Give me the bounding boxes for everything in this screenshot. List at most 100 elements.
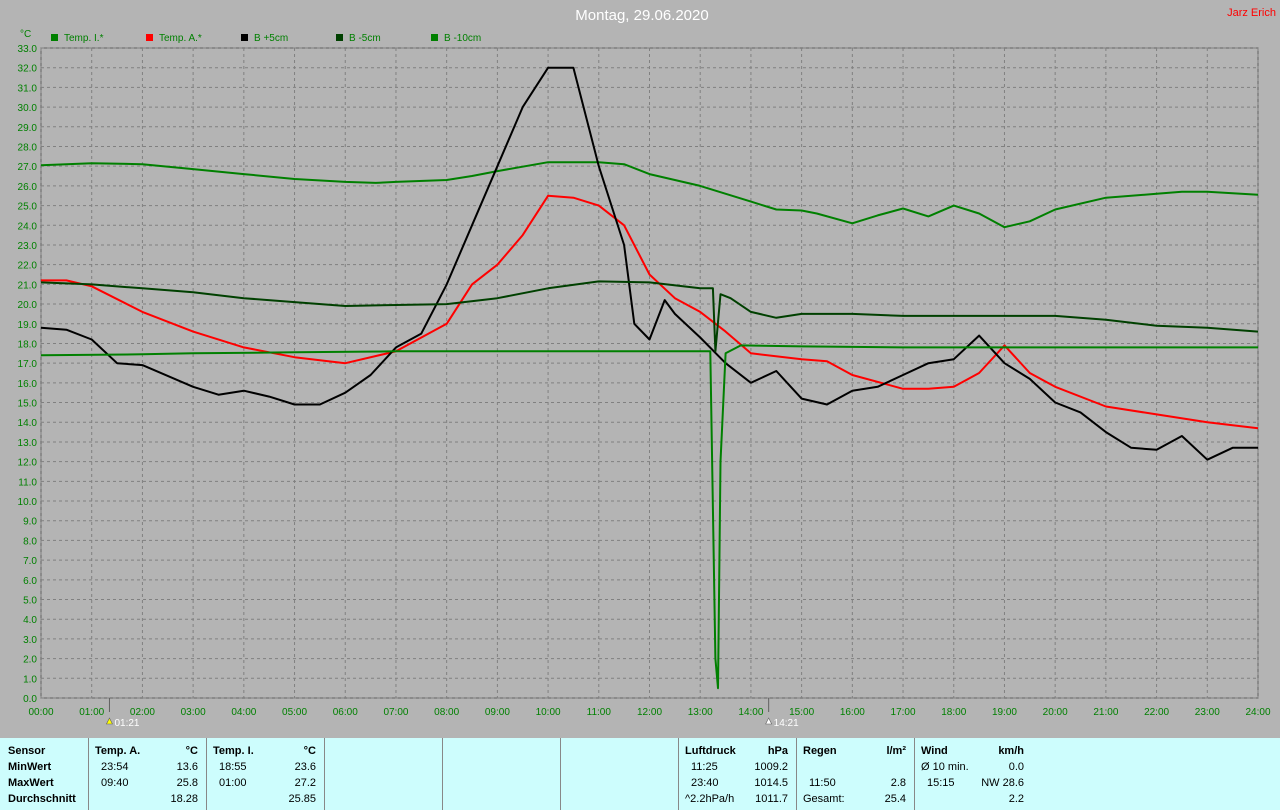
- pressure-unit: hPa: [767, 745, 788, 757]
- legend-swatch: [241, 34, 248, 41]
- row-labels: Sensor MinWert MaxWert Durchschnitt: [0, 738, 88, 810]
- x-tick-label: 07:00: [383, 707, 408, 718]
- x-tick-label: 13:00: [688, 707, 713, 718]
- rain-total-label: Gesamt:: [803, 793, 845, 805]
- wind-gust-time: 15:15: [927, 777, 955, 789]
- rain-unit: l/m²: [886, 745, 906, 757]
- y-tick-label: 12.0: [18, 458, 38, 469]
- x-tick-label: 00:00: [28, 707, 53, 718]
- y-tick-label: 28.0: [18, 142, 38, 153]
- x-tick-label: 24:00: [1245, 707, 1270, 718]
- x-tick-label: 06:00: [333, 707, 358, 718]
- y-tick-label: 19.0: [18, 320, 38, 331]
- y-tick-label: 16.0: [18, 379, 38, 390]
- wind-avg-label: Ø 10 min.: [921, 761, 969, 773]
- wind-column: Wind km/h Ø 10 min. 0.0 15:15 NW 28.6 2.…: [914, 738, 1032, 810]
- legend: Temp. I.* Temp. A.* B +5cm B -5cm B -10cm: [51, 33, 481, 44]
- pressure-trend-val: 1011.7: [755, 793, 788, 805]
- x-tick-label: 21:00: [1093, 707, 1118, 718]
- x-tick-label: 18:00: [941, 707, 966, 718]
- y-tick-label: 3.0: [23, 635, 37, 646]
- temp-i-max-time: 01:00: [219, 777, 247, 789]
- y-tick-label: 26.0: [18, 182, 38, 193]
- x-tick-label: 03:00: [181, 707, 206, 718]
- row-label-avg: Durchschnitt: [8, 793, 76, 805]
- y-tick-label: 30.0: [18, 103, 38, 114]
- y-tick-label: 21.0: [18, 280, 38, 291]
- temp-a-header: Temp. A.: [95, 745, 141, 757]
- row-label-min: MinWert: [8, 761, 52, 773]
- marker-label: 01:21: [114, 718, 139, 729]
- pressure-trend-label: ^2.2hPa/h: [685, 793, 735, 805]
- rain-header: Regen: [803, 745, 837, 757]
- x-tick-label: 01:00: [79, 707, 104, 718]
- y-tick-label: 18.0: [18, 339, 38, 350]
- y-tick-label: 0.0: [23, 694, 37, 705]
- y-tick-label: 9.0: [23, 517, 37, 528]
- pressure-max-val: 1014.5: [754, 777, 788, 789]
- y-tick-label: 8.0: [23, 536, 37, 547]
- temp-a-max-val: 25.8: [176, 777, 198, 789]
- sunrise-icon: [105, 717, 113, 725]
- x-tick-label: 22:00: [1144, 707, 1169, 718]
- y-tick-label: 32.0: [18, 64, 38, 75]
- x-tick-label: 04:00: [231, 707, 256, 718]
- rain-column: Regen l/m² 11:50 2.8 Gesamt: 25.4: [796, 738, 914, 810]
- y-tick-label: 22.0: [18, 261, 38, 272]
- temp-a-column: Temp. A. °C 23:54 13.6 09:40 25.8 18.28: [88, 738, 206, 810]
- temp-a-unit: °C: [185, 745, 198, 757]
- pressure-max-time: 23:40: [691, 777, 719, 789]
- temp-a-max-time: 09:40: [101, 777, 129, 789]
- x-tick-label: 10:00: [536, 707, 561, 718]
- temp-i-max-val: 27.2: [294, 777, 316, 789]
- y-tick-label: 1.0: [23, 674, 37, 685]
- wind-cur-val: 2.2: [1008, 793, 1024, 805]
- y-tick-label: 5.0: [23, 596, 37, 607]
- x-tick-label: 15:00: [789, 707, 814, 718]
- temp-a-min-val: 13.6: [176, 761, 198, 773]
- legend-swatch: [431, 34, 438, 41]
- y-tick-label: 15.0: [18, 399, 38, 410]
- rain-val: 2.8: [890, 777, 906, 789]
- x-tick-label: 08:00: [434, 707, 459, 718]
- y-tick-label: 14.0: [18, 418, 38, 429]
- author-label: Jarz Erich: [1227, 7, 1276, 19]
- y-tick-label: 17.0: [18, 359, 38, 370]
- temp-i-min-val: 23.6: [294, 761, 316, 773]
- wind-avg-val: 0.0: [1008, 761, 1024, 773]
- temp-i-column: Temp. I. °C 18:55 23.6 01:00 27.2 25.85: [206, 738, 324, 810]
- y-tick-label: 11.0: [18, 477, 37, 488]
- temp-a-avg: 18.28: [170, 793, 198, 805]
- pressure-min-time: 11:25: [691, 761, 718, 773]
- y-tick-label: 29.0: [18, 123, 38, 134]
- stats-table: Sensor MinWert MaxWert Durchschnitt Temp…: [0, 738, 1280, 810]
- x-tick-label: 23:00: [1195, 707, 1220, 718]
- y-tick-label: 4.0: [23, 615, 37, 626]
- pressure-header: Luftdruck: [685, 745, 736, 757]
- empty-column-1: [324, 738, 442, 810]
- empty-column-3: [560, 738, 678, 810]
- y-tick-label: 10.0: [18, 497, 38, 508]
- legend-label: Temp. I.*: [64, 33, 104, 44]
- legend-label: B -10cm: [444, 33, 481, 44]
- wind-header: Wind: [921, 745, 948, 757]
- sunset-icon: [765, 717, 773, 725]
- pressure-column: Luftdruck hPa 11:25 1009.2 23:40 1014.5 …: [678, 738, 796, 810]
- x-tick-label: 11:00: [587, 707, 612, 718]
- legend-label: Temp. A.*: [159, 33, 202, 44]
- y-tick-label: 25.0: [18, 202, 38, 213]
- rain-total-val: 25.4: [884, 793, 906, 805]
- chart: Montag, 29.06.2020 Jarz Erich °C 0.0 1.0 2…: [18, 7, 1276, 729]
- row-label-max: MaxWert: [8, 777, 54, 789]
- row-label-sensor: Sensor: [8, 745, 46, 757]
- y-tick-label: 6.0: [23, 576, 37, 587]
- temp-i-avg: 25.85: [288, 793, 316, 805]
- y-tick-label: 13.0: [18, 438, 38, 449]
- legend-label: B -5cm: [349, 33, 381, 44]
- y-tick-label: 20.0: [18, 300, 38, 311]
- legend-swatch: [336, 34, 343, 41]
- temp-i-unit: °C: [303, 745, 316, 757]
- x-tick-label: 17:00: [891, 707, 916, 718]
- marker-label: 14:21: [774, 718, 799, 729]
- x-tick-label: 09:00: [485, 707, 510, 718]
